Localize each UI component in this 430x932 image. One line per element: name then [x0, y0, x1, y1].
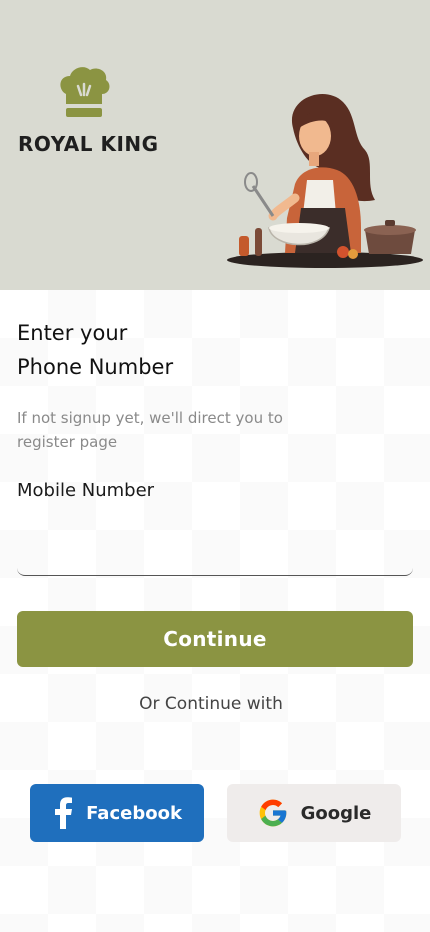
page-title: Enter your Phone Number: [17, 316, 317, 384]
google-g-icon: [259, 799, 286, 827]
hero-banner: ROYAL KING: [0, 0, 430, 290]
google-login-button[interactable]: Google: [227, 784, 401, 842]
facebook-f-icon: [55, 797, 73, 829]
facebook-login-button[interactable]: Facebook: [30, 784, 204, 842]
mobile-number-input[interactable]: [17, 520, 413, 576]
or-continue-with-label: Or Continue with: [139, 694, 283, 714]
google-label: Google: [300, 802, 372, 824]
signup-hint: If not signup yet, we'll direct you to r…: [17, 409, 283, 451]
chef-hat-icon: [60, 67, 110, 117]
page-title-line1: Enter your: [17, 321, 128, 345]
mobile-number-label: Mobile Number: [17, 480, 155, 501]
brand-name: ROYAL KING: [18, 132, 159, 156]
facebook-label: Facebook: [86, 802, 182, 824]
continue-button[interactable]: Continue: [17, 611, 413, 667]
page-title-line2: Phone Number: [17, 355, 174, 379]
chef-woman-cooking-illustration: [227, 94, 423, 268]
